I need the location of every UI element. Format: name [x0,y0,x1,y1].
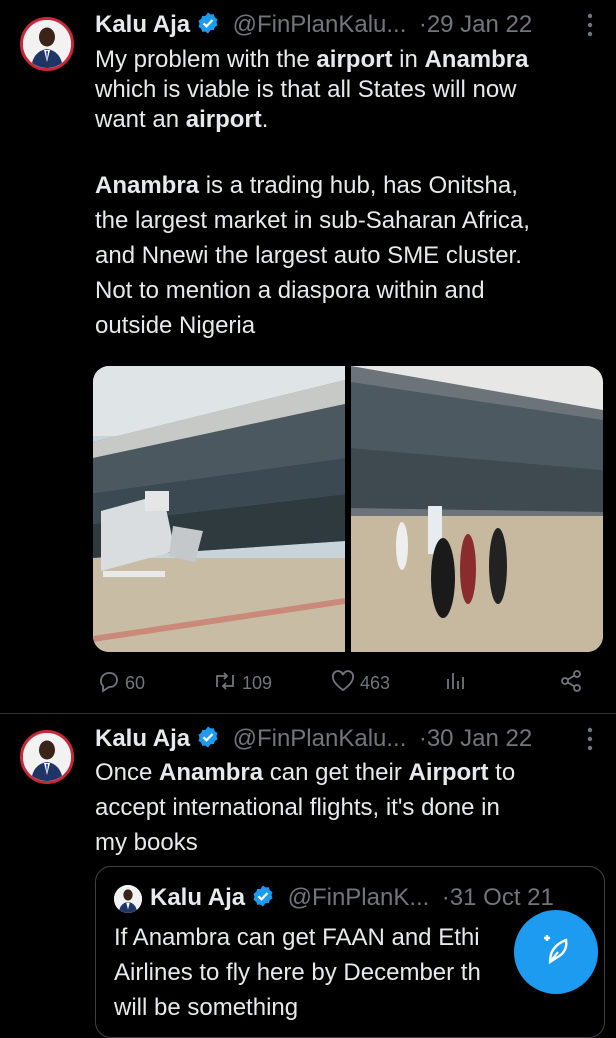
avatar[interactable] [20,730,74,784]
avatar[interactable] [20,17,74,71]
tweet-text-line: which is viable is that all States will … [95,76,517,103]
compose-icon [536,930,576,975]
retweet-count: 109 [242,673,273,693]
highlighted-keyword: Anambra [424,46,529,73]
author-name[interactable]: Kalu Aja [95,11,190,38]
retweet-icon [212,669,242,698]
more-vertical-icon[interactable] [585,12,595,45]
tweet-media[interactable] [93,366,603,652]
profile-photo [23,20,71,68]
views-icon [443,669,471,698]
tweet-text-line: the largest market in sub-Saharan Africa… [95,207,530,234]
share-icon [559,669,587,698]
retweet-button[interactable]: 109 [212,669,272,698]
tweet-text-line: and Nnewi the largest auto SME cluster. [95,242,522,269]
heart-icon [330,669,360,698]
tweet-text-line: Not to mention a diaspora within and [95,277,485,304]
airport-photos [93,366,603,652]
tweet-header: Kalu Aja @FinPlanKalu... ·30 Jan 22 [95,724,532,760]
tweet-text: Once Anambra can get their Airport to ac… [95,758,605,858]
quote-text-line: Airlines to fly here by December th [114,959,481,986]
share-button[interactable] [559,669,587,698]
tweet-text-line: outside Nigeria [95,312,256,339]
quote-text-line: will be something [114,994,299,1021]
highlighted-keyword: Anambra [159,759,264,786]
like-count: 463 [360,673,391,693]
highlighted-keyword: Airport [408,759,489,786]
tweet-text-line: My problem with the airport in Anambra [95,46,529,73]
more-vertical-icon[interactable] [585,726,595,759]
quote-avatar [114,885,142,913]
quote-author-name: Kalu Aja [150,884,246,911]
compose-button[interactable] [514,910,598,994]
tweet-text-line: Once Anambra can get their Airport to [95,759,516,786]
tweet-text-line: want an airport. [95,106,269,133]
quote-text: If Anambra can get FAAN and Ethi Airline… [114,923,584,1023]
quote-date: ·31 Oct 21 [441,884,554,911]
highlighted-keyword: airport [185,106,262,133]
like-button[interactable]: 463 [330,669,390,698]
tweet-date[interactable]: ·30 Jan 22 [419,725,532,752]
highlighted-keyword: Anambra [95,172,200,199]
tweet-text-line: Anambra is a trading hub, has Onitsha, [95,172,518,199]
tweet-1[interactable]: Kalu Aja @FinPlanKalu... ·29 Jan 22 My p… [0,0,616,713]
tweet-text-line: accept international flights, it's done … [95,794,500,821]
author-handle[interactable]: @FinPlanKalu... [233,725,407,752]
highlighted-keyword: airport [316,46,393,73]
verified-badge-icon [251,884,275,919]
reply-count: 60 [125,673,146,693]
quote-header: Kalu Aja @FinPlanK... ·31 Oct 21 [150,883,554,919]
verified-badge-icon [196,725,220,760]
tweet-text: My problem with the airport in Anambra w… [95,45,605,341]
tweet-actions: 60 109 463 [95,669,595,701]
views-button[interactable] [443,669,471,698]
tweet-header: Kalu Aja @FinPlanKalu... ·29 Jan 22 [95,10,532,46]
reply-button[interactable]: 60 [97,669,145,698]
tweet-text-line: my books [95,829,198,856]
quote-author-handle: @FinPlanK... [287,884,430,911]
reply-icon [97,669,125,698]
profile-photo [23,733,71,781]
verified-badge-icon [196,11,220,46]
tweet-date[interactable]: ·29 Jan 22 [419,11,532,38]
author-name[interactable]: Kalu Aja [95,725,190,752]
author-handle[interactable]: @FinPlanKalu... [233,11,407,38]
